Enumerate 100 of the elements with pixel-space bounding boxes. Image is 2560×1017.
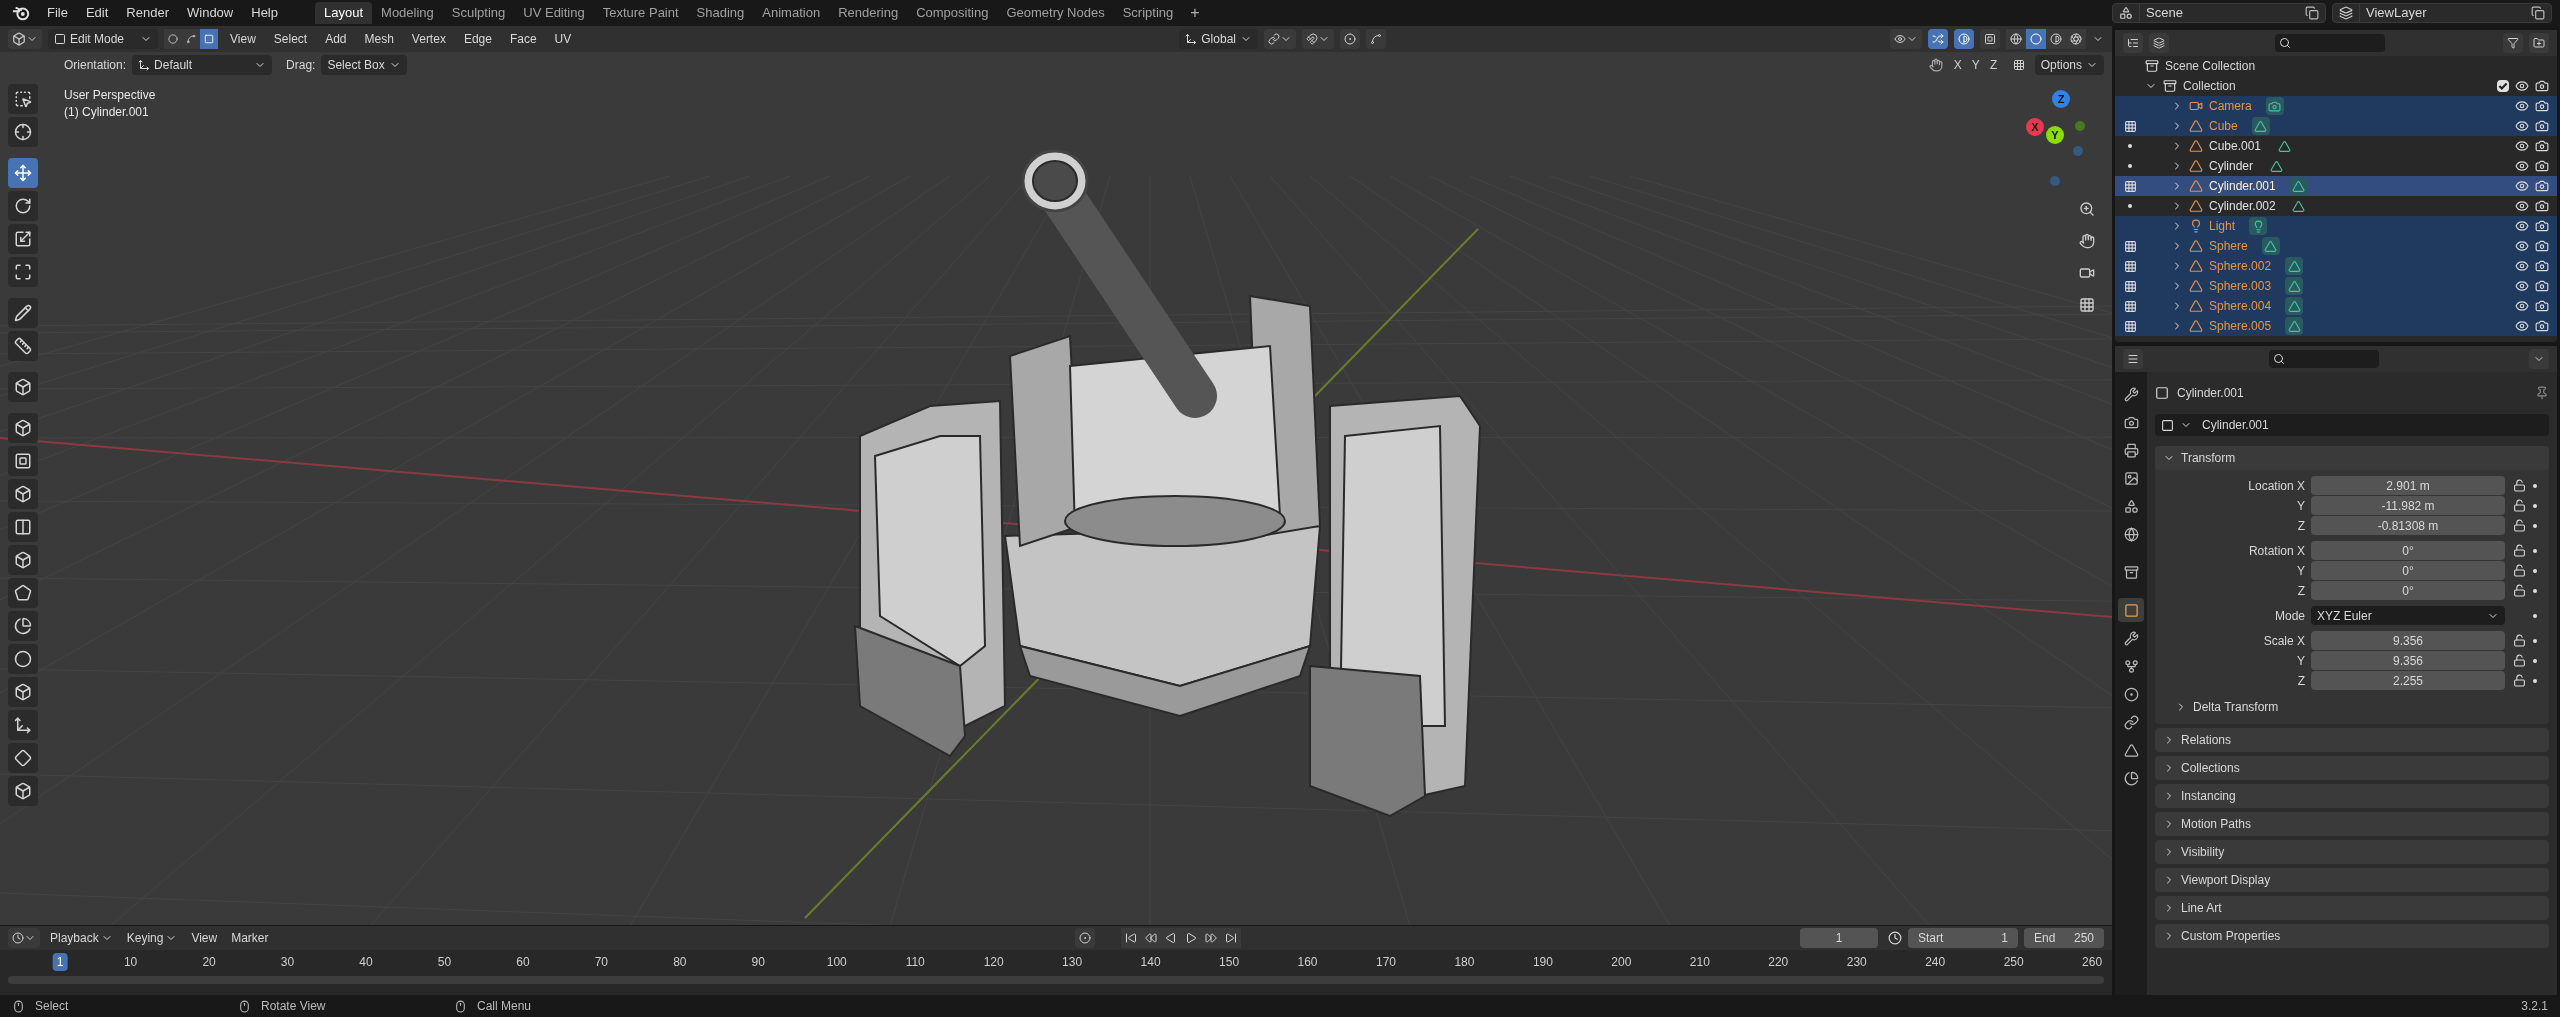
object-name[interactable]: Cylinder.001	[2209, 177, 2276, 195]
workspace-tab[interactable]: Shading	[687, 2, 754, 24]
workspace-tab[interactable]: Geometry Nodes	[997, 2, 1114, 24]
menu-item[interactable]: Vertex	[405, 30, 452, 48]
field-label: Y	[2296, 562, 2305, 580]
object-name[interactable]: Sphere.002	[2209, 257, 2272, 275]
outliner-row[interactable]: Cylinder.001	[2115, 176, 2557, 196]
menu-item[interactable]: View	[224, 30, 262, 48]
workspace-tab[interactable]: UV Editing	[514, 2, 594, 24]
number-field[interactable]: 2.255	[2311, 671, 2505, 690]
tree-item[interactable]: Collection	[2183, 77, 2491, 95]
frame-number: 70	[594, 954, 609, 971]
outliner-row[interactable]: Sphere	[2115, 236, 2557, 256]
menu-item[interactable]: UV	[548, 30, 578, 48]
drag-label: Drag:	[286, 57, 316, 74]
outliner-row[interactable]: Sphere.003	[2115, 276, 2557, 296]
rotation-mode-dropdown[interactable]: XYZ Euler	[2311, 606, 2505, 625]
object-name[interactable]: Cylinder.002	[2209, 197, 2276, 215]
workspace-tab[interactable]: Modeling	[372, 2, 443, 24]
add-workspace-button[interactable]: +	[1182, 1, 1208, 25]
view-layer-selector[interactable]: ViewLayer	[2332, 3, 2552, 23]
panel-header[interactable]: Instancing	[2155, 784, 2549, 808]
object-name[interactable]: Cube.001	[2209, 137, 2262, 155]
object-name[interactable]: Sphere.003	[2209, 277, 2272, 295]
menu-item[interactable]: Select	[267, 30, 314, 48]
panel-header[interactable]: Relations	[2155, 728, 2549, 752]
object-name[interactable]: Sphere	[2209, 237, 2248, 255]
menu-item[interactable]: Add	[319, 30, 353, 48]
outliner-row[interactable]: Camera	[2115, 96, 2557, 116]
menu-item[interactable]: Marker	[227, 929, 273, 947]
menu-item[interactable]: File	[38, 0, 77, 26]
workspace-tab[interactable]: Texture Paint	[593, 2, 688, 24]
number-field[interactable]: 0°	[2311, 581, 2505, 600]
orientation-dropdown[interactable]: Global	[1179, 29, 1258, 49]
menu-item[interactable]: Window	[178, 0, 243, 26]
number-field[interactable]: 9.356	[2311, 631, 2505, 650]
view-name: User Perspective	[64, 87, 156, 104]
menu-item[interactable]: Edge	[457, 30, 498, 48]
outliner-row[interactable]: Cube	[2115, 116, 2557, 136]
panel-header[interactable]: Visibility	[2155, 840, 2549, 864]
frame-number: 180	[1454, 954, 1475, 971]
panel-header[interactable]: Custom Properties	[2155, 924, 2549, 948]
workspace-tab[interactable]: Animation	[753, 2, 830, 24]
mode-dropdown[interactable]: Edit Mode	[48, 29, 158, 49]
frame-number: 10	[123, 954, 138, 971]
field-label: Rotation X	[2247, 542, 2305, 560]
number-field[interactable]: -11.982 m	[2311, 496, 2505, 515]
scene-selector[interactable]: Scene	[2112, 3, 2326, 23]
menu-item[interactable]: Playback	[46, 929, 117, 947]
frame-number: 30	[280, 954, 295, 971]
orientation-dropdown[interactable]: Default	[132, 55, 273, 75]
outliner-row[interactable]: Sphere.004	[2115, 296, 2557, 316]
object-name[interactable]: Cube	[2209, 117, 2238, 135]
end-frame-field[interactable]: End 250	[2024, 928, 2104, 948]
workspace-tab[interactable]: Rendering	[829, 2, 908, 24]
frame-number: 50	[437, 954, 452, 971]
panel-header[interactable]: Collections	[2155, 756, 2549, 780]
number-field[interactable]: 0°	[2311, 561, 2505, 580]
drag-dropdown[interactable]: Select Box	[321, 55, 407, 75]
panel-header[interactable]: Line Art	[2155, 896, 2549, 920]
object-name[interactable]: Camera	[2209, 97, 2252, 115]
workspace-tab[interactable]: Sculpting	[442, 2, 515, 24]
menu-item[interactable]: Keying	[122, 929, 182, 947]
status-hint: Select	[35, 998, 69, 1015]
tree-item[interactable]: Scene Collection	[2165, 57, 2256, 75]
current-frame-field[interactable]: 1	[1800, 928, 1878, 948]
frame-number: 90	[751, 954, 765, 971]
start-frame-field[interactable]: Start 1	[1908, 928, 2018, 948]
object-name-field[interactable]: Cylinder.001	[2155, 414, 2549, 436]
subpanel-header[interactable]: Delta Transform	[2155, 696, 2549, 718]
status-hint: Rotate View	[261, 998, 326, 1015]
number-field[interactable]: 2.901 m	[2311, 476, 2505, 495]
frame-number: 20	[202, 954, 216, 971]
options-dropdown[interactable]: Options	[2034, 55, 2104, 75]
number-field[interactable]: -0.81308 m	[2311, 516, 2505, 535]
number-field[interactable]: 9.356	[2311, 651, 2505, 670]
menu-item[interactable]: Face	[503, 30, 543, 48]
object-name[interactable]: Light	[2209, 217, 2236, 235]
frame-number: 80	[673, 954, 687, 971]
panel-header[interactable]: Motion Paths	[2155, 812, 2549, 836]
menu-item[interactable]: Mesh	[358, 30, 400, 48]
outliner-row[interactable]: Light	[2115, 216, 2557, 236]
object-title: Cylinder.001	[2177, 385, 2245, 402]
3d-viewport[interactable]: Edit Mode View Select Add Mesh Vertex Edge Face UV Global Orientation: Default Drag: Select Box X Y Z Options User Perspective (1) Cylinder.001 Z X Y	[0, 26, 2112, 925]
menu-item[interactable]: Help	[242, 0, 287, 26]
object-name[interactable]: Sphere.005	[2209, 317, 2272, 335]
outliner-row[interactable]: Sphere.002	[2115, 256, 2557, 276]
number-field[interactable]: 0°	[2311, 541, 2505, 560]
field-label: Mode	[2273, 607, 2305, 625]
object-name[interactable]: Sphere.004	[2209, 297, 2272, 315]
workspace-tab[interactable]: Layout	[315, 2, 373, 24]
panel-header[interactable]: Viewport Display	[2155, 868, 2549, 892]
workspace-tab[interactable]: Scripting	[1113, 2, 1183, 24]
outliner-row[interactable]: Sphere.005	[2115, 316, 2557, 336]
menu-item[interactable]: View	[187, 929, 222, 947]
object-name[interactable]: Cylinder	[2209, 157, 2253, 175]
workspace-tab[interactable]: Compositing	[907, 2, 998, 24]
panel-header[interactable]: Transform	[2155, 446, 2549, 470]
menu-item[interactable]: Render	[117, 0, 178, 26]
menu-item[interactable]: Edit	[76, 0, 118, 26]
